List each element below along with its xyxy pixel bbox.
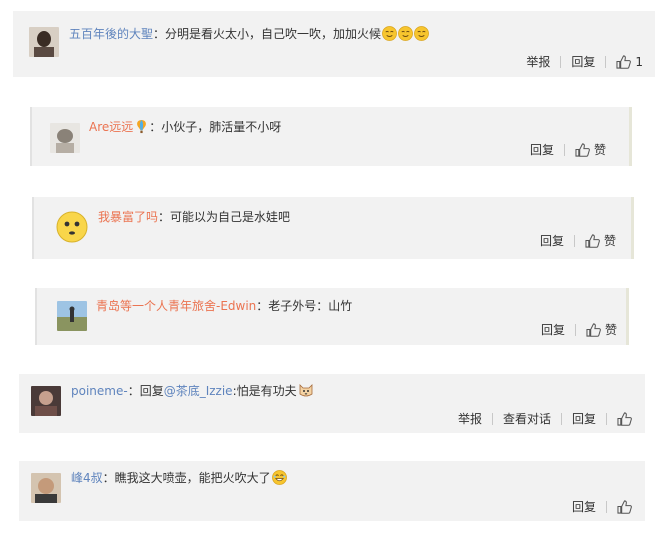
like-button[interactable] [617, 499, 632, 514]
comment-body: :怕是有功夫 [232, 384, 297, 398]
laugh-emoji-icon [271, 470, 287, 485]
report-button[interactable]: 举报 [458, 410, 482, 427]
comment-actions: 回复 赞 [530, 141, 606, 158]
divider [574, 323, 576, 336]
reply-button[interactable]: 回复 [572, 498, 596, 515]
thumbs-up-icon [617, 499, 632, 514]
avatar[interactable] [57, 301, 87, 331]
blush-emoji-icon [382, 26, 397, 41]
thumbs-up-icon [586, 322, 601, 337]
comment-text: poineme-：回复@茶底_Izzie:怕是有功夫 [71, 382, 313, 399]
comment-body: ：老子外号：山竹 [256, 299, 353, 313]
comment-actions: 回复 赞 [540, 232, 616, 249]
reply-card: 我暴富了吗：可能以为自己是水娃吧 回复 赞 [32, 197, 634, 259]
mention-link[interactable]: @茶底_Izzie [164, 384, 233, 398]
divider [563, 143, 565, 156]
divider [560, 412, 562, 425]
comment-body: ：可能以为自己是水娃吧 [158, 210, 291, 224]
comment-card: poineme-：回复@茶底_Izzie:怕是有功夫 举报 查看对话 回复 [19, 374, 645, 433]
like-button[interactable]: 1 [616, 55, 643, 69]
username-link[interactable]: 我暴富了吗 [98, 210, 158, 224]
comment-actions: 回复 [572, 498, 632, 515]
reply-button[interactable]: 回复 [540, 232, 564, 249]
divider [606, 500, 607, 513]
blush-emoji-icon [398, 26, 413, 41]
like-label: 赞 [604, 323, 617, 337]
avatar[interactable] [56, 211, 88, 243]
reply-button[interactable]: 回复 [572, 410, 596, 427]
comment-text: Are远远 ：小伙子，肺活量不小呀 [89, 119, 281, 135]
comment-text: 峰4叔：瞧我这大喷壶，能把火吹大了 [71, 470, 287, 486]
avatar[interactable] [50, 123, 80, 153]
avatar[interactable] [29, 27, 59, 57]
divider [491, 412, 493, 425]
reply-button[interactable]: 回复 [541, 321, 565, 338]
like-count: 1 [635, 54, 643, 69]
thumbs-up-icon [617, 411, 632, 426]
like-label: 赞 [593, 143, 606, 157]
thumbs-up-icon [575, 142, 590, 157]
reply-card: 青岛等一个人青年旅舍-Edwin：老子外号：山竹 回复 赞 [35, 288, 629, 345]
comment-text: 青岛等一个人青年旅舍-Edwin：老子外号：山竹 [96, 298, 352, 314]
cat-emoji-icon [298, 382, 313, 397]
divider [606, 412, 607, 425]
reply-button[interactable]: 回复 [571, 53, 595, 70]
comment-body: ：分明是看火太小，自己吹一吹，加加火候 [153, 27, 382, 41]
reply-card: Are远远 ：小伙子，肺活量不小呀 回复 赞 [30, 107, 632, 166]
comment-body-prefix: ：回复 [127, 384, 164, 398]
like-button[interactable] [617, 411, 632, 426]
balloon-icon [134, 119, 149, 134]
like-button[interactable]: 赞 [586, 321, 617, 338]
comment-body: ：小伙子，肺活量不小呀 [149, 120, 282, 134]
like-label: 赞 [603, 234, 616, 248]
view-conversation-button[interactable]: 查看对话 [503, 410, 551, 427]
thumbs-up-icon [585, 233, 600, 248]
reply-button[interactable]: 回复 [530, 141, 554, 158]
comment-actions: 举报 回复 1 [526, 53, 643, 70]
thumbs-up-icon [616, 54, 632, 69]
avatar[interactable] [31, 386, 61, 416]
like-button[interactable]: 赞 [585, 232, 616, 249]
divider [560, 55, 562, 68]
comment-card: 峰4叔：瞧我这大喷壶，能把火吹大了 回复 [19, 461, 645, 521]
username-link[interactable]: poineme- [71, 384, 128, 398]
comment-actions: 举报 查看对话 回复 [458, 410, 632, 427]
comment-text: 我暴富了吗：可能以为自己是水娃吧 [98, 209, 290, 225]
username-link[interactable]: Are远远 [89, 120, 133, 134]
divider [573, 234, 575, 247]
username-link[interactable]: 峰4叔 [71, 471, 103, 485]
comment-body: ：瞧我这大喷壶，能把火吹大了 [102, 471, 271, 485]
comment-text: 五百年後的大聖：分明是看火太小，自己吹一吹，加加火候 [69, 26, 429, 42]
report-button[interactable]: 举报 [526, 53, 550, 70]
comment-card: 五百年後的大聖：分明是看火太小，自己吹一吹，加加火候 举报 回复 1 [13, 11, 655, 77]
like-button[interactable]: 赞 [575, 141, 606, 158]
username-link[interactable]: 五百年後的大聖 [69, 27, 153, 41]
comment-actions: 回复 赞 [541, 321, 617, 338]
divider [605, 55, 607, 68]
blush-emoji-icon [414, 26, 429, 41]
username-link[interactable]: 青岛等一个人青年旅舍-Edwin [96, 299, 256, 313]
avatar[interactable] [31, 473, 61, 503]
